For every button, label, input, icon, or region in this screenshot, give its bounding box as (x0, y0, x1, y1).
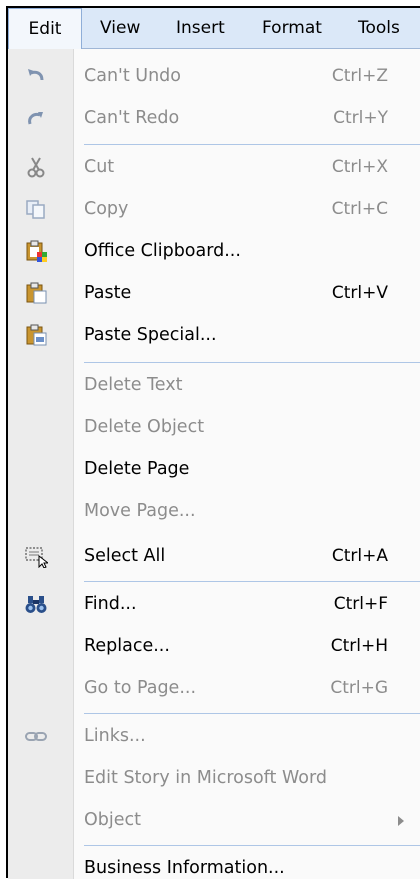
menu-item-delete-object[interactable]: Delete Object (8, 406, 420, 448)
edit-dropdown-menu: Can't Undo Ctrl+Z Can't Redo Ctrl+Y Cut … (8, 49, 420, 879)
menu-item-shortcut: Ctrl+Y (333, 108, 388, 128)
menu-item-office-clipboard[interactable]: Office Clipboard... (8, 230, 420, 272)
menu-item-shortcut: Ctrl+V (331, 283, 388, 303)
office-clipboard-icon (24, 239, 48, 263)
menu-item-shortcut: Ctrl+Z (331, 66, 388, 86)
select-all-icon (24, 544, 50, 569)
menu-item-label: Can't Undo (84, 66, 181, 86)
menubar-insert-label: Insert (176, 18, 225, 38)
chain-link-icon (24, 724, 48, 748)
menu-item-label: Paste (84, 283, 132, 303)
menu-item-delete-text[interactable]: Delete Text (8, 364, 420, 406)
scissors-icon (24, 155, 48, 179)
menu-item-label: Cut (84, 157, 115, 177)
menubar-tools-label: Tools (358, 18, 400, 38)
menubar-edit-label: Edit (28, 19, 62, 39)
menu-item-find[interactable]: Find... Ctrl+F (8, 583, 420, 625)
menubar-view-label: View (100, 18, 141, 38)
menu-item-shortcut: Ctrl+A (331, 546, 388, 566)
undo-icon (24, 64, 48, 88)
menu-item-label: Links... (84, 726, 146, 746)
menubar-view[interactable]: View (100, 8, 140, 48)
redo-icon (24, 106, 48, 130)
menu-item-label: Go to Page... (84, 678, 197, 698)
edit-menu-window: Edit View Insert Format Tools Can't Undo… (6, 6, 420, 879)
menubar-format-label: Format (262, 18, 322, 38)
menu-item-object[interactable]: Object (8, 799, 420, 841)
menu-item-shortcut: Ctrl+F (333, 594, 388, 614)
menu-item-shortcut: Ctrl+H (330, 636, 388, 656)
menu-bar: Edit View Insert Format Tools (8, 8, 420, 49)
menu-item-label: Can't Redo (84, 108, 180, 128)
menu-item-edit-story-in-word[interactable]: Edit Story in Microsoft Word (8, 757, 420, 799)
menu-item-label: Delete Text (84, 375, 183, 395)
menu-item-delete-page[interactable]: Delete Page (8, 448, 420, 490)
copy-icon (24, 197, 48, 221)
menu-item-label: Delete Page (84, 459, 190, 479)
menu-item-shortcut: Ctrl+C (331, 199, 388, 219)
menu-separator (84, 144, 420, 145)
submenu-arrow-icon (398, 816, 404, 826)
menu-item-label: Replace... (84, 636, 170, 656)
menu-item-label: Paste Special... (84, 325, 217, 345)
menu-separator (84, 713, 420, 714)
menu-separator (84, 362, 420, 363)
menubar-insert[interactable]: Insert (176, 8, 225, 48)
menu-item-label: Business Information... (84, 858, 285, 878)
binoculars-icon (24, 592, 48, 616)
menubar-tools[interactable]: Tools (358, 8, 400, 48)
paste-special-icon (24, 323, 48, 347)
menu-item-go-to-page[interactable]: Go to Page... Ctrl+G (8, 667, 420, 709)
menu-item-paste-special[interactable]: Paste Special... (8, 314, 420, 356)
menu-item-label: Move Page... (84, 501, 196, 521)
menu-item-select-all[interactable]: Select All Ctrl+A (8, 535, 420, 577)
menu-item-shortcut: Ctrl+X (331, 157, 388, 177)
menu-item-label: Object (84, 810, 141, 830)
menu-item-undo[interactable]: Can't Undo Ctrl+Z (8, 55, 420, 97)
menu-item-label: Copy (84, 199, 129, 219)
menu-item-label: Edit Story in Microsoft Word (84, 768, 327, 788)
menubar-format[interactable]: Format (262, 8, 322, 48)
menubar-edit[interactable]: Edit (8, 8, 82, 49)
menu-item-links[interactable]: Links... (8, 715, 420, 757)
menu-item-label: Find... (84, 594, 137, 614)
menu-item-redo[interactable]: Can't Redo Ctrl+Y (8, 97, 420, 139)
menu-separator (84, 581, 420, 582)
menu-item-business-information[interactable]: Business Information... (8, 847, 420, 889)
menu-item-copy[interactable]: Copy Ctrl+C (8, 188, 420, 230)
menu-item-cut[interactable]: Cut Ctrl+X (8, 146, 420, 188)
paste-icon (24, 281, 48, 305)
menu-item-shortcut: Ctrl+G (330, 678, 388, 698)
menu-separator (84, 845, 420, 846)
menu-item-label: Select All (84, 546, 166, 566)
menu-item-move-page[interactable]: Move Page... (8, 490, 420, 532)
menu-item-replace[interactable]: Replace... Ctrl+H (8, 625, 420, 667)
menu-item-label: Office Clipboard... (84, 241, 241, 261)
menu-item-label: Delete Object (84, 417, 205, 437)
menu-item-paste[interactable]: Paste Ctrl+V (8, 272, 420, 314)
